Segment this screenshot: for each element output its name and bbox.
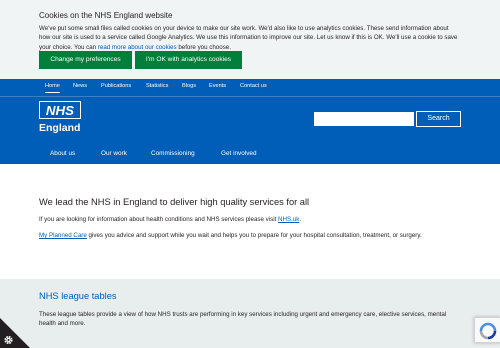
nhs-logo[interactable]: NHS (39, 101, 81, 119)
recaptcha-icon (479, 322, 497, 340)
search-button[interactable]: Search (416, 111, 461, 127)
info-text: If you are looking for information about… (39, 216, 279, 223)
league-tables-title[interactable]: NHS league tables (39, 291, 117, 301)
top-nav-news[interactable]: News (73, 83, 87, 89)
main-nav-commissioning[interactable]: Commissioning (151, 150, 195, 157)
svg-text:NHS: NHS (46, 103, 74, 118)
info-text-end: . (299, 216, 302, 223)
league-tables-text: These league tables provide a view of ho… (39, 311, 447, 328)
league-tables-section: NHS league tables These league tables pr… (0, 279, 500, 348)
cookie-settings-icon[interactable] (0, 318, 30, 348)
cookie-banner-text: We've put some small files called cookie… (39, 24, 459, 52)
top-nav-contact-us[interactable]: Contact us (240, 83, 267, 89)
main-nav-get-involved[interactable]: Get involved (221, 150, 257, 157)
logo-england-text: England (39, 122, 81, 134)
nhs-logo-icon: NHS (39, 101, 81, 119)
top-nav-home[interactable]: Home (45, 83, 60, 93)
top-nav-events[interactable]: Events (209, 83, 226, 89)
main-nav-about-us[interactable]: About us (50, 150, 75, 157)
my-planned-care-link[interactable]: My Planned Care (39, 232, 87, 239)
planned-care-paragraph: My Planned Care gives you advice and sup… (39, 232, 422, 239)
recaptcha-badge[interactable] (474, 317, 500, 343)
top-nav: Home News Publications Statistics Blogs … (0, 79, 500, 97)
top-nav-blogs[interactable]: Blogs (182, 83, 196, 89)
top-nav-publications[interactable]: Publications (101, 83, 131, 89)
nhs-uk-link[interactable]: NHS.uk (278, 216, 299, 223)
accept-analytics-button[interactable]: I'm OK with analytics cookies (135, 51, 242, 69)
cookie-text-outro: before you choose. (176, 43, 231, 51)
info-paragraph: If you are looking for information about… (39, 216, 301, 223)
planned-care-text: gives you advice and support while you w… (86, 232, 422, 239)
cookie-banner: Cookies on the NHS England website We've… (0, 0, 500, 79)
change-preferences-button[interactable]: Change my preferences (39, 51, 132, 69)
top-nav-statistics[interactable]: Statistics (146, 83, 168, 89)
cookie-banner-title: Cookies on the NHS England website (39, 11, 173, 20)
main-nav-our-work[interactable]: Our work (101, 150, 127, 157)
search-input[interactable] (314, 112, 414, 126)
cookie-policy-link[interactable]: read more about our cookies (98, 44, 177, 51)
page-headline: We lead the NHS in England to deliver hi… (39, 197, 310, 207)
